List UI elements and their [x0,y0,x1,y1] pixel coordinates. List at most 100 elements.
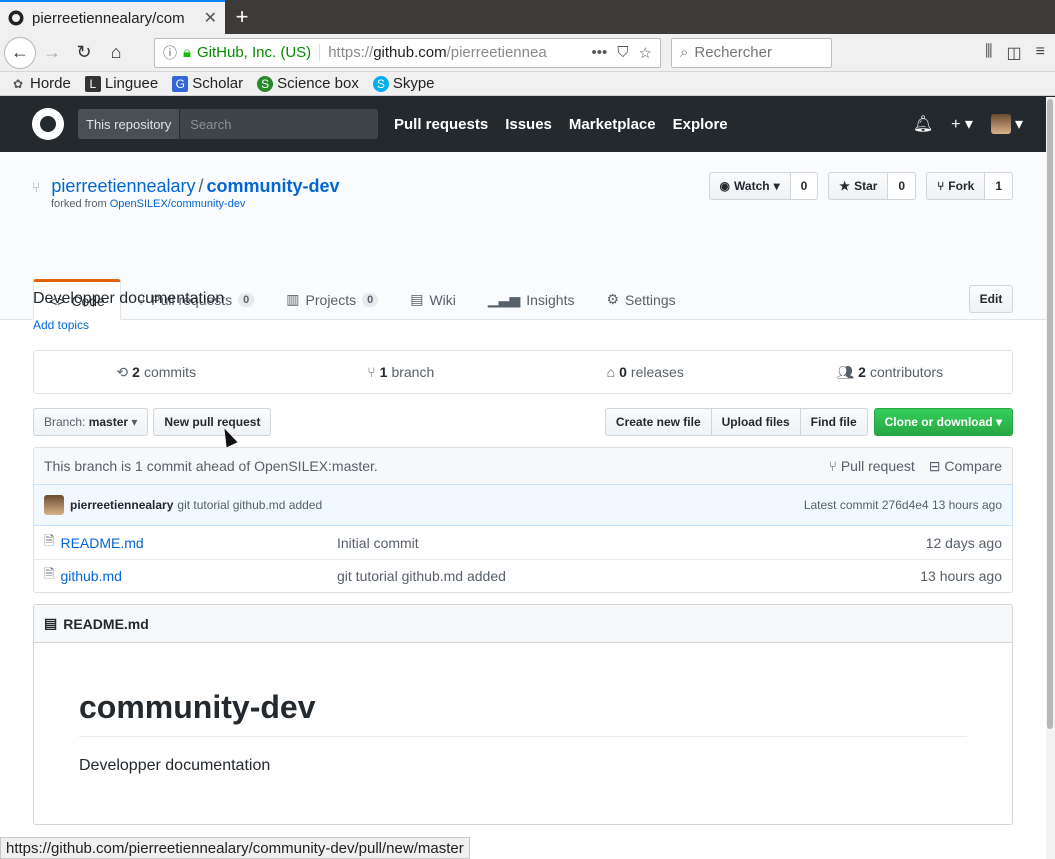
file-age: 13 hours ago [920,568,1002,584]
nav-marketplace[interactable]: Marketplace [569,116,656,133]
forked-from-link[interactable]: OpenSILEX/community-dev [110,198,246,210]
create-new-plus-icon[interactable]: + ▾ [951,114,973,134]
repo-summary: ⟲ 2 commits ⑂ 1 branch ⌂ 0 releases 👥︎ 2 contrib… [33,350,1013,394]
file-navigation: Branch: master ▾ New pull request Create… [33,408,1013,436]
pull-request-icon: ⑂ [828,457,837,474]
table-row: 🗎︎ README.md Initial commit 12 days ago [34,526,1012,559]
find-file-button[interactable]: Find file [799,408,868,436]
sidebar-icon[interactable]: ◫ [1007,43,1022,63]
nav-issues[interactable]: Issues [505,116,552,133]
branches-link[interactable]: ⑂ 1 branch [279,351,524,393]
skype-icon: S [372,75,389,92]
edit-description-button[interactable]: Edit [969,285,1013,313]
url-text[interactable]: https://github.com/pierreetiennea [328,44,585,61]
file-icon: 🗎︎ [44,532,55,548]
star-button-group: ★ Star 0 [828,172,917,200]
fork-button-group: ⑂ Fork 1 [926,172,1013,200]
bookmark-science-box[interactable]: S Science box [257,75,359,92]
tag-icon: ⌂ [606,364,616,380]
clone-download-button[interactable]: Clone or download ▾ [873,408,1013,436]
releases-link[interactable]: ⌂ 0 releases [523,351,768,393]
linguee-icon: L [84,75,101,92]
readme-body: Developper documentation [79,757,271,774]
new-pull-request-button[interactable]: New pull request [153,408,272,436]
branch-icon: ⑂ [367,364,376,380]
horde-icon: ✿ [12,76,24,91]
repo-title: ⑂ pierreetiennealary / community-dev [32,176,340,196]
fork-count[interactable]: 1 [985,172,1013,200]
avatar[interactable] [44,495,64,515]
notifications-bell-icon[interactable]: 🔔︎ [913,114,933,134]
star-icon: ★ [839,179,851,193]
watch-button[interactable]: ◉ Watch ▾ [708,172,791,200]
compare-link[interactable]: ⊟ Compare [929,458,1002,475]
pocket-icon[interactable]: ⛉ [617,44,628,62]
url-bar[interactable]: ⓘ 🔒︎ GitHub, Inc. (US) https://github.co… [154,37,661,68]
contributors-link[interactable]: 👥︎ 2 contributors [768,351,1013,393]
search-icon: ⌕ [680,44,689,61]
info-icon[interactable]: ⓘ [163,43,177,63]
file-list: 🗎︎ README.md Initial commit 12 days ago 🗎… [33,526,1013,593]
github-logo-icon[interactable] [32,108,64,140]
file-commit-message[interactable]: Initial commit [337,535,926,551]
branch-status-text: This branch is 1 commit ahead of OpenSIL… [44,458,378,474]
repo-description: Developper documentation [33,290,225,307]
commits-link[interactable]: ⟲ 2 commits [34,351,279,393]
readme-box: ▤ README.md community-dev Developper doc… [33,604,1013,825]
tab-close-icon[interactable]: ✕ [204,8,217,28]
reload-icon[interactable]: ↻ [68,37,100,69]
back-icon[interactable]: ← [4,36,36,69]
bookmark-scholar[interactable]: G Scholar [172,75,243,92]
file-link[interactable]: README.md [60,535,143,551]
file-commit-message[interactable]: git tutorial github.md added [337,568,920,584]
page-actions-icon[interactable]: ••• [592,44,608,62]
forked-from: forked from OpenSILEX/community-dev [51,198,246,210]
browser-tab[interactable]: pierreetiennealary/com ✕ [0,0,225,34]
repo-search-input[interactable]: Search [180,117,241,132]
commit-sha[interactable]: 276d4e4 [882,498,929,512]
home-icon[interactable]: ⌂ [100,37,132,69]
library-icon[interactable]: ⫼ [985,43,992,63]
github-header: This repository Search Pull requests Iss… [0,96,1055,152]
branch-select[interactable]: Branch: master ▾ [33,408,149,436]
new-tab-icon[interactable]: + [230,4,254,30]
star-button[interactable]: ★ Star [828,172,889,200]
readme-heading: community-dev [79,689,967,737]
bookmark-linguee[interactable]: L Linguee [84,75,158,92]
repo-owner-link[interactable]: pierreetiennealary [51,176,195,196]
readme-header: ▤ README.md [34,605,1012,643]
bookmark-horde[interactable]: ✿ Horde [10,75,71,92]
menu-icon[interactable]: ≡ [1036,43,1045,63]
tab-title: pierreetiennealary/com [32,9,185,27]
nav-pull-requests[interactable]: Pull requests [394,116,488,133]
user-menu[interactable]: ▾ [990,114,1023,134]
history-icon: ⟲ [116,363,129,380]
upload-files-button[interactable]: Upload files [710,408,801,436]
commit-author[interactable]: pierreetiennealary [70,498,173,512]
page-scrollbar[interactable] [1046,97,1055,859]
search-scope-label: This repository [78,109,181,139]
forward-icon[interactable]: → [36,37,68,69]
latest-commit-meta: Latest commit 276d4e4 13 hours ago [803,498,1002,512]
pull-request-link[interactable]: ⑂ Pull request [829,458,915,475]
nav-explore[interactable]: Explore [673,116,728,133]
create-new-file-button[interactable]: Create new file [604,408,712,436]
star-count[interactable]: 0 [888,172,917,200]
browser-search-input[interactable]: ⌕ Rechercher [671,37,832,68]
browser-status-bar: https://github.com/pierreetiennealary/co… [0,837,470,859]
file-link[interactable]: github.md [60,568,121,584]
diff-icon: ⊟ [928,457,941,474]
bookmark-star-icon[interactable]: ☆ [639,44,652,62]
repo-name-link[interactable]: community-dev [207,176,340,196]
fork-button[interactable]: ⑂ Fork [926,172,986,200]
people-icon: 👥︎ [836,363,855,380]
scrollbar-thumb[interactable] [1047,99,1053,729]
commit-message[interactable]: git tutorial github.md added [177,498,322,512]
table-row: 🗎︎ github.md git tutorial github.md added… [34,559,1012,592]
add-topics-link[interactable]: Add topics [33,318,1013,332]
book-icon: ▤ [44,615,58,631]
bookmark-skype[interactable]: S Skype [372,75,435,92]
repo-search[interactable]: This repository Search [78,109,378,139]
watch-count[interactable]: 0 [790,172,819,200]
browser-navbar: ← → ↻ ⌂ ⓘ 🔒︎ GitHub, Inc. (US) https://g… [0,34,1055,72]
